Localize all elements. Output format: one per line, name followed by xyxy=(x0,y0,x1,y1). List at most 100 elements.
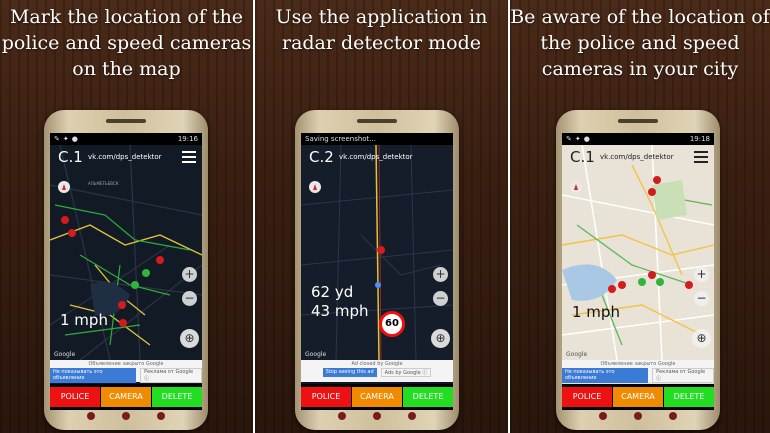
app-url: vk.com/dps_detektor xyxy=(600,153,674,161)
phone-nav-keys xyxy=(295,412,459,420)
menu-key-icon[interactable] xyxy=(156,412,165,420)
google-logo: Google xyxy=(566,351,588,358)
zoom-in-icon[interactable]: + xyxy=(182,267,197,282)
speed-readout: 62 yd 43 mph xyxy=(311,283,369,321)
speed-text: 43 mph xyxy=(311,302,369,320)
map-canvas xyxy=(562,145,714,360)
back-key-icon[interactable] xyxy=(87,412,96,420)
google-logo: Google xyxy=(305,351,327,358)
map-view[interactable] xyxy=(301,145,453,360)
zoom-in-icon[interactable]: + xyxy=(694,267,709,282)
home-key-icon[interactable] xyxy=(372,412,381,420)
camera-button[interactable]: CAMERA xyxy=(352,387,402,407)
speed-limit-sign-icon: 60 xyxy=(379,311,405,337)
map-canvas xyxy=(301,145,453,360)
screenshot-panel-3: Be aware of the location of the police a… xyxy=(510,0,770,433)
zoom-out-icon[interactable]: − xyxy=(182,291,197,306)
camera-button[interactable]: CAMERA xyxy=(101,387,151,407)
app-screen: ✎ ✦ ● 19:18 C.1 vk.com/dps_detektor + − … xyxy=(562,133,714,410)
phone-speaker xyxy=(618,119,658,123)
ad-stop-button[interactable]: Stop seeing this ad xyxy=(322,368,377,377)
zoom-out-icon[interactable]: − xyxy=(694,291,709,306)
android-notification-icon: ● xyxy=(583,135,590,143)
my-location-icon[interactable]: ⊕ xyxy=(692,329,711,348)
delete-button[interactable]: DELETE xyxy=(403,387,453,407)
google-logo: Google xyxy=(54,351,76,358)
distance-text: 62 yd xyxy=(311,283,354,301)
ad-closed-text: Объявление закрыто Google xyxy=(600,361,676,367)
map-view[interactable] xyxy=(562,145,714,360)
phone-speaker xyxy=(106,119,146,123)
delete-button[interactable]: DELETE xyxy=(152,387,202,407)
panel-caption: Be aware of the location of the police a… xyxy=(510,6,770,80)
phone-frame: Saving screenshot... C.2 vk.com/dps_dete… xyxy=(295,110,459,430)
camera-button[interactable]: CAMERA xyxy=(613,387,663,407)
panel-caption: Mark the location of the police and spee… xyxy=(1,6,252,80)
status-bar: ✎ ✦ ● 19:16 xyxy=(50,133,202,145)
ad-stop-button[interactable]: Не показывать это объявление xyxy=(50,368,137,383)
compass-icon[interactable] xyxy=(309,181,321,193)
ad-banner: Объявление закрыто Google Не показывать … xyxy=(50,360,202,383)
status-bar: Saving screenshot... xyxy=(301,133,453,145)
police-button[interactable]: POLICE xyxy=(50,387,100,407)
settings-notification-icon: ✦ xyxy=(62,135,69,143)
status-time: 19:16 xyxy=(177,135,198,143)
police-button[interactable]: POLICE xyxy=(562,387,612,407)
app-url: vk.com/dps_detektor xyxy=(339,153,413,161)
speed-text: 1 mph xyxy=(572,303,620,321)
phone-nav-keys xyxy=(556,412,720,420)
screenshot-notice: Saving screenshot... xyxy=(305,135,376,143)
screenshot-panel-2: Use the application in radar detector mo… xyxy=(255,0,508,433)
zoom-out-icon[interactable]: − xyxy=(433,291,448,306)
action-bar: POLICE CAMERA DELETE xyxy=(50,384,202,410)
back-key-icon[interactable] xyxy=(599,412,608,420)
ad-closed-text: Объявление закрыто Google xyxy=(88,361,164,367)
back-key-icon[interactable] xyxy=(338,412,347,420)
android-notification-icon: ● xyxy=(71,135,78,143)
app-url: vk.com/dps_detektor xyxy=(88,153,162,161)
action-bar: POLICE CAMERA DELETE xyxy=(301,384,453,410)
screenshot-panel-1: Mark the location of the police and spee… xyxy=(0,0,253,433)
menu-icon[interactable] xyxy=(694,151,708,163)
phone-nav-keys xyxy=(44,412,208,420)
ad-info-button[interactable]: Реклама от Google ⓘ xyxy=(652,368,714,383)
current-location-dot xyxy=(375,282,381,288)
panel-caption: Use the application in radar detector mo… xyxy=(275,6,488,54)
delete-button[interactable]: DELETE xyxy=(664,387,714,407)
compass-icon[interactable] xyxy=(570,181,582,193)
app-screen: ✎ ✦ ● 19:16 АЛЬМЕТЬЕВСК C.1 vk.com/dps_det… xyxy=(50,133,202,410)
police-button[interactable]: POLICE xyxy=(301,387,351,407)
speed-readout: 1 mph xyxy=(60,311,108,330)
phone-frame: ✎ ✦ ● 19:16 АЛЬМЕТЬЕВСК C.1 vk.com/dps_det… xyxy=(44,110,208,430)
mode-code: C.1 xyxy=(58,148,83,166)
my-location-icon[interactable]: ⊕ xyxy=(180,329,199,348)
ad-banner: Объявление закрыто Google Не показывать … xyxy=(562,360,714,383)
menu-key-icon[interactable] xyxy=(407,412,416,420)
settings-notification-icon: ✦ xyxy=(574,135,581,143)
ad-info-button[interactable]: Реклама от Google ⓘ xyxy=(140,368,202,383)
zoom-in-icon[interactable]: + xyxy=(433,267,448,282)
mode-code: C.1 xyxy=(570,148,595,166)
map-city-label: АЛЬМЕТЬЕВСК xyxy=(88,181,119,186)
phone-speaker xyxy=(357,119,397,123)
ad-banner: Ad closed by Google Stop seeing this ad … xyxy=(301,360,453,382)
speed-text: 1 mph xyxy=(60,311,108,329)
home-key-icon[interactable] xyxy=(633,412,642,420)
status-time: 19:18 xyxy=(689,135,710,143)
status-bar: ✎ ✦ ● 19:18 xyxy=(562,133,714,145)
ad-stop-button[interactable]: Не показывать это объявление xyxy=(562,368,649,383)
notification-icon: ✎ xyxy=(54,135,60,143)
action-bar: POLICE CAMERA DELETE xyxy=(562,384,714,410)
home-key-icon[interactable] xyxy=(121,412,130,420)
menu-icon[interactable] xyxy=(182,151,196,163)
speed-readout: 1 mph xyxy=(572,303,620,322)
ad-closed-text: Ad closed by Google xyxy=(351,361,403,367)
app-screen: Saving screenshot... C.2 vk.com/dps_dete… xyxy=(301,133,453,410)
menu-key-icon[interactable] xyxy=(668,412,677,420)
notification-icon: ✎ xyxy=(566,135,572,143)
my-location-icon[interactable]: ⊕ xyxy=(431,329,450,348)
mode-code: C.2 xyxy=(309,148,334,166)
compass-icon[interactable] xyxy=(58,181,70,193)
police-marker xyxy=(377,246,385,254)
ad-info-button[interactable]: Ads by Google ⓘ xyxy=(380,368,432,377)
